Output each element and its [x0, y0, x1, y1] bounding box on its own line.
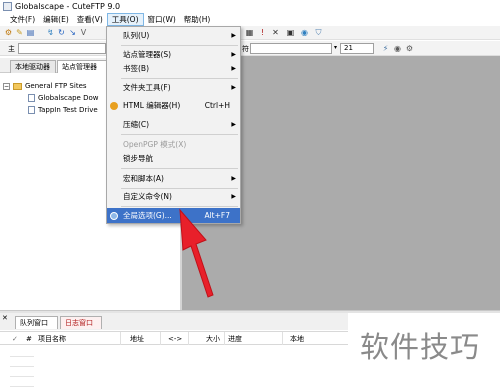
- menu-separator: [121, 134, 238, 135]
- column-direction[interactable]: <->: [168, 333, 182, 345]
- menu-bar: 文件(F) 编辑(E) 查看(V) 工具(O) 窗口(W) 帮助(H): [0, 13, 500, 26]
- connect-icon[interactable]: ⚙: [4, 28, 13, 37]
- menu-separator: [121, 45, 238, 46]
- tools-menu: 队列(U) ▶ 站点管理器(S) ▶ 书签(B) ▶ 文件夹工具(F) ▶ HTML 编…: [106, 26, 241, 224]
- window-title: Globalscape - CuteFTP 9.0: [15, 2, 121, 11]
- list-icon[interactable]: ▦: [245, 28, 254, 37]
- menu-item-lockstep[interactable]: 锁步导航: [107, 151, 240, 166]
- menu-separator: [121, 206, 238, 207]
- menu-item-compress[interactable]: 压缩(C) ▶: [107, 117, 240, 132]
- reconnect-icon[interactable]: ↻: [57, 28, 66, 37]
- menu-item-site-manager[interactable]: 站点管理器(S) ▶: [107, 47, 240, 62]
- menu-view[interactable]: 查看(V): [73, 13, 107, 26]
- list-item: [10, 379, 34, 387]
- disconnect-icon[interactable]: ↯: [46, 28, 55, 37]
- settings-icon[interactable]: ⚙: [405, 44, 414, 53]
- global-options-icon: [110, 212, 118, 220]
- new-icon[interactable]: ▤: [26, 28, 35, 37]
- tab-local-drives[interactable]: 本地驱动器: [10, 60, 56, 73]
- site-icon: [28, 94, 35, 102]
- shield-icon[interactable]: ⛉: [314, 28, 323, 37]
- queue-list: [0, 345, 348, 387]
- menu-item-openpgp: OpenPGP 模式(X): [123, 140, 187, 149]
- bottom-tabs: ✕ 队列窗口 日志窗口: [0, 313, 348, 330]
- upload-icon[interactable]: V: [79, 28, 88, 37]
- column-address[interactable]: 地址: [130, 333, 144, 345]
- list-item: [10, 369, 34, 377]
- menu-separator: [121, 168, 238, 169]
- tree-item-site[interactable]: Globalscape Dow: [28, 93, 99, 104]
- tab-queue-window[interactable]: 队列窗口: [15, 316, 58, 329]
- collapse-icon[interactable]: −: [3, 83, 10, 90]
- port-label-icon: ▾: [334, 44, 338, 51]
- quick-connect-bar: 主 符 ▾ 21 ⚡ ◉ ⚙: [0, 41, 500, 56]
- download-icon[interactable]: ↘: [68, 28, 77, 37]
- password-label: 符: [242, 45, 249, 53]
- quick-connect-icon[interactable]: ✎: [15, 28, 24, 37]
- list-item: [10, 349, 34, 357]
- column-number[interactable]: #: [26, 333, 32, 345]
- watermark: 软件技巧: [360, 330, 481, 364]
- host-input[interactable]: [18, 43, 106, 54]
- queue-header: ✓ # 项目名称 地址 <-> 大小 进度 本地: [0, 331, 348, 346]
- host-label: 主: [8, 45, 15, 53]
- column-local[interactable]: 本地: [290, 333, 304, 345]
- menu-window[interactable]: 窗口(W): [144, 13, 180, 26]
- site-icon: [28, 106, 35, 114]
- edit-icon[interactable]: ▣: [286, 28, 295, 37]
- menu-edit[interactable]: 编辑(E): [39, 13, 73, 26]
- tree-item-site[interactable]: TappIn Test Drive: [28, 105, 98, 116]
- menu-item-bookmarks[interactable]: 书签(B) ▶: [107, 61, 240, 76]
- tree-item-root[interactable]: General FTP Sites: [13, 81, 87, 92]
- menu-item-custom-commands[interactable]: 自定义命令(N) ▶: [107, 189, 240, 204]
- delete-icon[interactable]: ✕: [271, 28, 280, 37]
- menu-tools[interactable]: 工具(O): [106, 13, 144, 26]
- menu-item-html-editor[interactable]: HTML 编辑器(H) Ctrl+H: [107, 98, 240, 113]
- menu-item-queue[interactable]: 队列(U) ▶: [107, 28, 240, 43]
- column-size[interactable]: 大小: [206, 333, 220, 345]
- column-item-name[interactable]: 项目名称: [38, 333, 66, 345]
- alert-icon[interactable]: !: [258, 28, 267, 37]
- port-input[interactable]: 21: [340, 43, 374, 54]
- menu-separator: [121, 78, 238, 79]
- quick-connect-go-icon[interactable]: ⚡: [381, 44, 390, 53]
- refresh-icon[interactable]: ◉: [300, 28, 309, 37]
- menu-item-folder-tools[interactable]: 文件夹工具(F) ▶: [107, 80, 240, 95]
- stop-icon[interactable]: ◉: [393, 44, 402, 53]
- column-check-icon: ✓: [12, 335, 18, 343]
- menu-item-global-options[interactable]: 全局选项(G)... Alt+F7: [107, 208, 240, 223]
- menu-item-macros[interactable]: 宏和脚本(A) ▶: [107, 171, 240, 186]
- column-progress[interactable]: 进度: [228, 333, 242, 345]
- main-toolbar: ⚙ ✎ ▤ ↯ ↻ ↘ V ▦ ! ✕ ▣ ◉ ⛉: [0, 26, 500, 40]
- menu-file[interactable]: 文件(F): [6, 13, 39, 26]
- password-input[interactable]: [250, 43, 332, 54]
- tab-site-manager[interactable]: 站点管理器: [57, 60, 111, 73]
- list-item: [10, 359, 34, 367]
- app-icon: [3, 2, 12, 11]
- close-icon[interactable]: ✕: [2, 314, 8, 322]
- tab-log-window[interactable]: 日志窗口: [60, 316, 102, 329]
- html-editor-icon: [110, 102, 118, 110]
- title-bar: Globalscape - CuteFTP 9.0: [0, 0, 500, 13]
- folder-icon: [13, 82, 22, 90]
- menu-help[interactable]: 帮助(H): [180, 13, 215, 26]
